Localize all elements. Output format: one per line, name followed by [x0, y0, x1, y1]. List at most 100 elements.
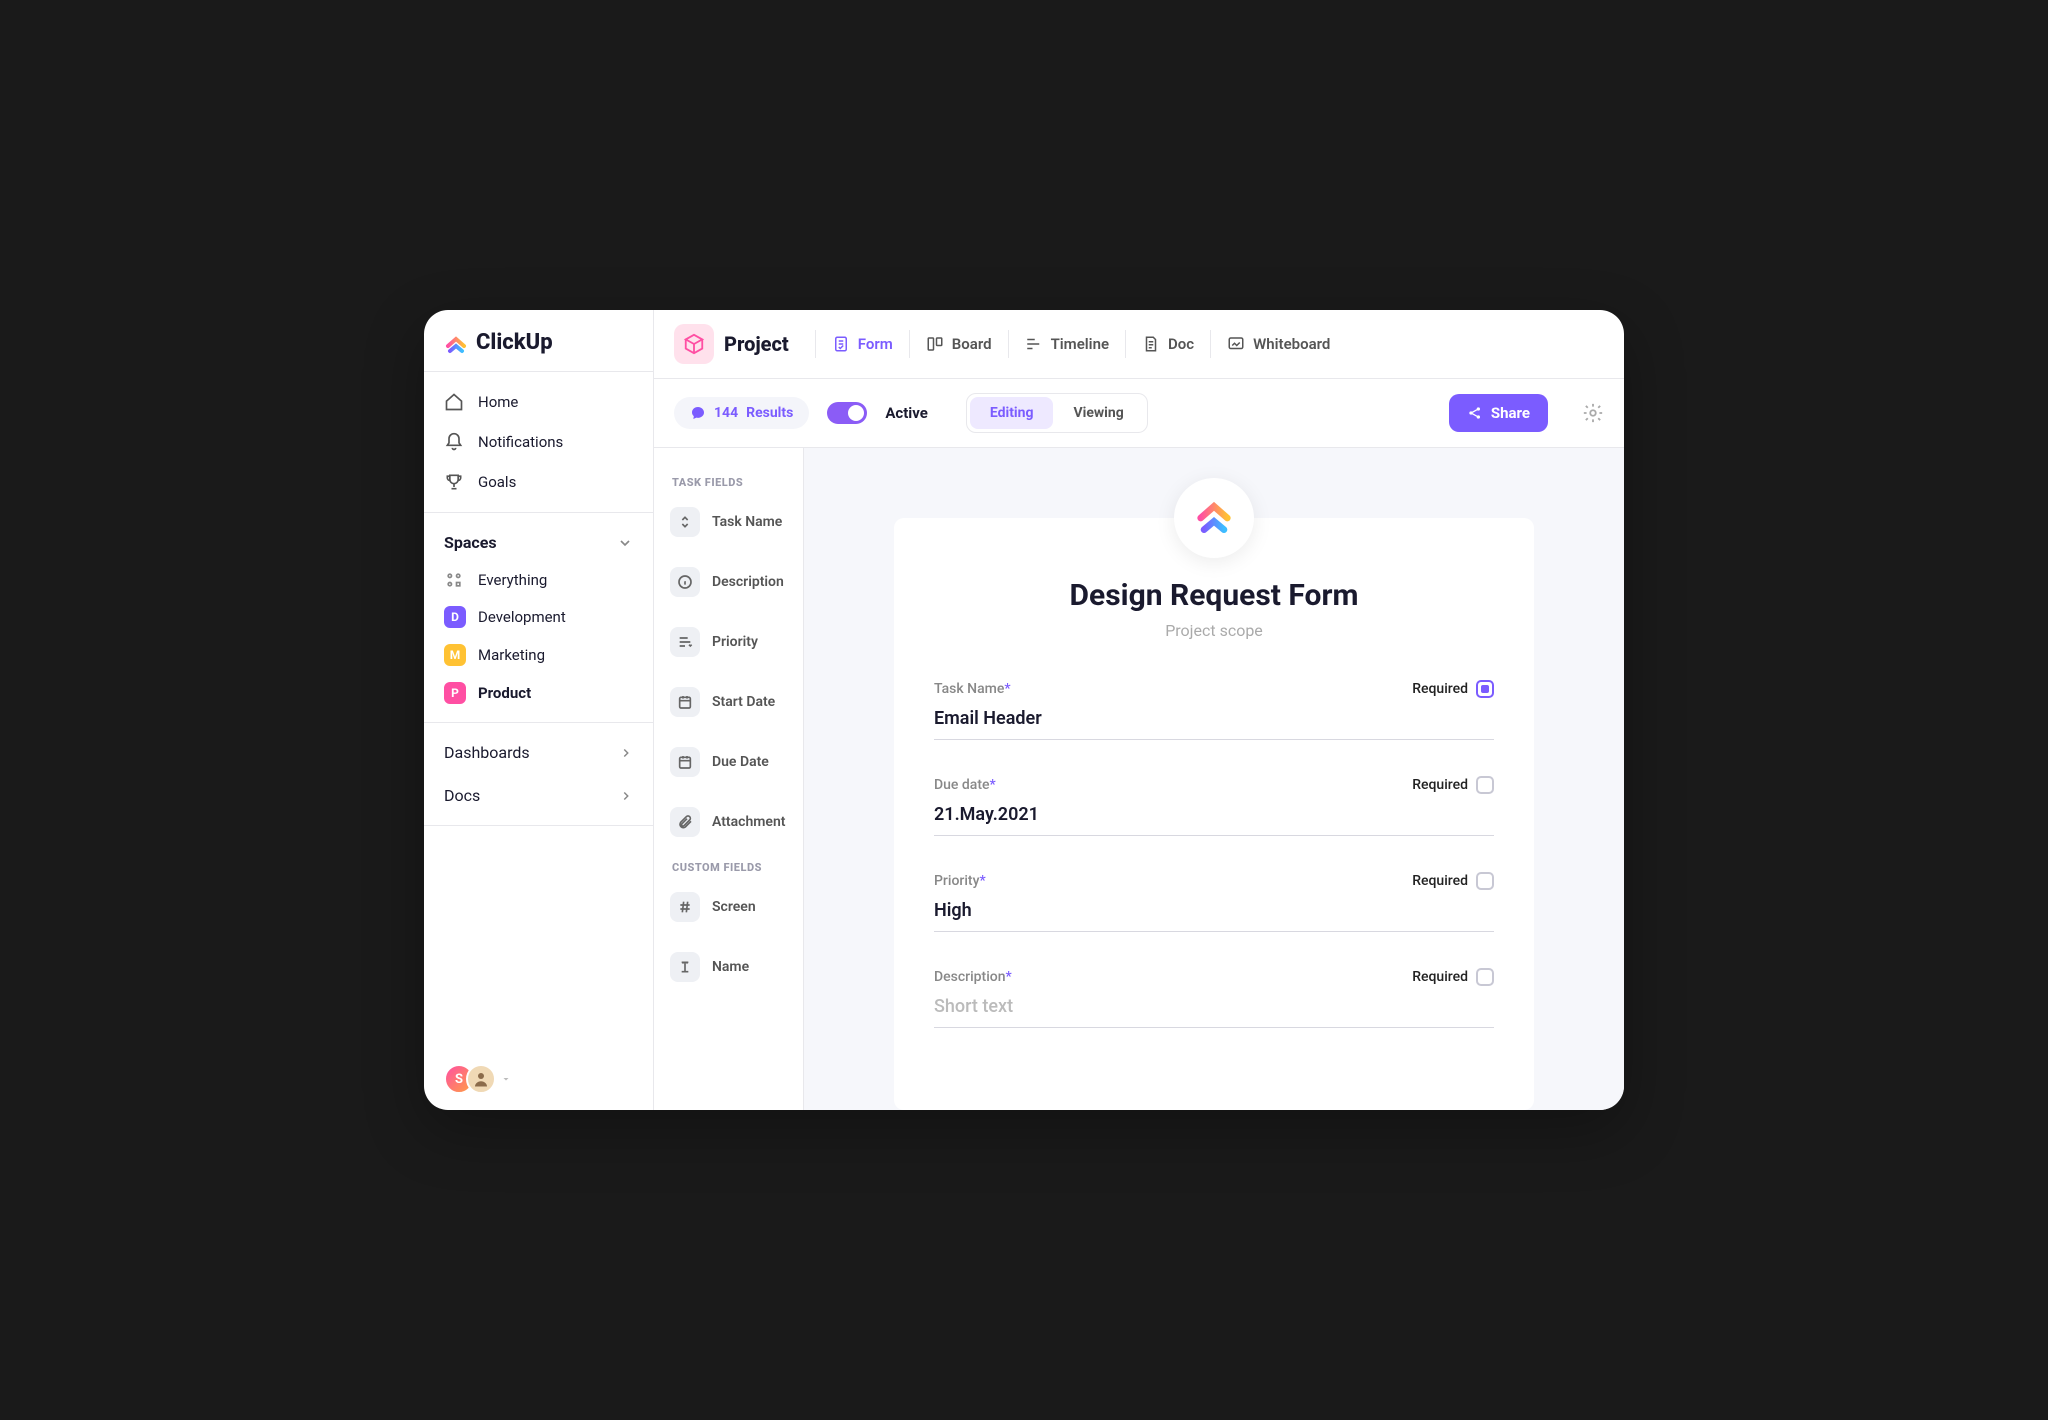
- field-description[interactable]: Description: [668, 561, 789, 603]
- field-label: Attachment: [712, 814, 786, 830]
- view-tab-board[interactable]: Board: [922, 329, 996, 359]
- brand-logo[interactable]: ClickUp: [424, 310, 653, 372]
- project-label: Project: [724, 332, 789, 356]
- settings-button[interactable]: [1582, 402, 1604, 424]
- fields-panel: TASK FIELDS Task Name Description Priori…: [654, 448, 804, 1110]
- required-checkbox[interactable]: [1476, 968, 1494, 986]
- share-button[interactable]: Share: [1449, 394, 1548, 432]
- whiteboard-icon: [1227, 335, 1245, 353]
- field-value[interactable]: High: [934, 896, 1494, 932]
- space-label: Product: [478, 684, 531, 702]
- divider: [1008, 330, 1009, 358]
- trophy-icon: [444, 472, 464, 492]
- board-icon: [926, 335, 944, 353]
- form-field-due-date[interactable]: Due date* Required 21.May.2021: [934, 776, 1494, 836]
- form-canvas: Design Request Form Project scope Task N…: [804, 448, 1624, 1110]
- field-label: Screen: [712, 899, 756, 915]
- segment-editing[interactable]: Editing: [970, 397, 1054, 429]
- field-screen[interactable]: Screen: [668, 886, 789, 928]
- nav-notifications[interactable]: Notifications: [424, 422, 653, 462]
- divider: [1125, 330, 1126, 358]
- chevron-right-icon: [619, 789, 633, 803]
- segment-viewing[interactable]: Viewing: [1053, 397, 1143, 429]
- grid-icon: [444, 570, 464, 590]
- share-icon: [1467, 405, 1483, 421]
- results-pill[interactable]: 144 Results: [674, 397, 809, 429]
- view-tab-label: Board: [952, 335, 992, 353]
- sidebar-docs[interactable]: Docs: [424, 774, 653, 817]
- field-label: Task Name*: [934, 681, 1011, 697]
- form-subtitle[interactable]: Project scope: [934, 621, 1494, 640]
- expand-icon: [670, 507, 700, 537]
- space-label: Marketing: [478, 646, 545, 664]
- toolbar: 144 Results Active Editing Viewing Share: [654, 379, 1624, 448]
- calendar-icon: [670, 687, 700, 717]
- task-fields-heading: TASK FIELDS: [672, 476, 785, 489]
- divider: [909, 330, 910, 358]
- required-checkbox[interactable]: [1476, 680, 1494, 698]
- project-pill[interactable]: Project: [674, 324, 803, 364]
- spaces-header[interactable]: Spaces: [424, 527, 653, 562]
- form-field-priority[interactable]: Priority* Required High: [934, 872, 1494, 932]
- paperclip-icon: [670, 807, 700, 837]
- space-marketing[interactable]: M Marketing: [424, 636, 653, 674]
- share-label: Share: [1491, 404, 1530, 422]
- view-tab-whiteboard[interactable]: Whiteboard: [1223, 329, 1334, 359]
- space-product[interactable]: P Product: [424, 674, 653, 712]
- view-tab-label: Doc: [1168, 335, 1194, 353]
- mode-segment: Editing Viewing: [966, 393, 1148, 433]
- field-attachment[interactable]: Attachment: [668, 801, 789, 843]
- field-priority[interactable]: Priority: [668, 621, 789, 663]
- form-field-description[interactable]: Description* Required Short text: [934, 968, 1494, 1028]
- nav-list: Home Notifications Goals: [424, 372, 653, 513]
- results-label: Results: [746, 405, 793, 421]
- view-tab-doc[interactable]: Doc: [1138, 329, 1198, 359]
- sidebar-dashboards[interactable]: Dashboards: [424, 731, 653, 774]
- form-field-task-name[interactable]: Task Name* Required Email Header: [934, 680, 1494, 740]
- field-value[interactable]: Short text: [934, 992, 1494, 1028]
- brand-name: ClickUp: [476, 330, 553, 355]
- required-checkbox[interactable]: [1476, 872, 1494, 890]
- view-tab-form[interactable]: Form: [828, 329, 897, 359]
- sidebar-sections: Dashboards Docs: [424, 723, 653, 826]
- field-name[interactable]: Name: [668, 946, 789, 988]
- field-value[interactable]: 21.May.2021: [934, 800, 1494, 836]
- field-label: Priority*: [934, 873, 986, 889]
- form-logo[interactable]: [1174, 478, 1254, 558]
- nav-home[interactable]: Home: [424, 382, 653, 422]
- home-icon: [444, 392, 464, 412]
- doc-icon: [1142, 335, 1160, 353]
- space-development[interactable]: D Development: [424, 598, 653, 636]
- field-label: Name: [712, 959, 749, 975]
- active-toggle[interactable]: [827, 402, 867, 424]
- required-checkbox[interactable]: [1476, 776, 1494, 794]
- space-badge: P: [444, 682, 466, 704]
- type-icon: [670, 952, 700, 982]
- calendar-icon: [670, 747, 700, 777]
- field-label: Task Name: [712, 514, 782, 530]
- field-due-date[interactable]: Due Date: [668, 741, 789, 783]
- field-value[interactable]: Email Header: [934, 704, 1494, 740]
- nav-label: Home: [478, 393, 518, 411]
- required-label: Required: [1412, 777, 1468, 793]
- nav-label: Notifications: [478, 433, 563, 451]
- field-label: Start Date: [712, 694, 775, 710]
- space-everything[interactable]: Everything: [424, 562, 653, 598]
- avatar[interactable]: [466, 1064, 496, 1094]
- view-tab-timeline[interactable]: Timeline: [1021, 329, 1113, 359]
- required-label: Required: [1412, 681, 1468, 697]
- view-tabs-row: Project Form Board Timeline Doc: [654, 310, 1624, 379]
- chat-icon: [690, 405, 706, 421]
- chevron-down-icon[interactable]: [500, 1073, 512, 1085]
- divider: [1210, 330, 1211, 358]
- timeline-icon: [1025, 335, 1043, 353]
- field-label: Due Date: [712, 754, 769, 770]
- app-window: ClickUp Home Notifications Goals Spaces: [424, 310, 1624, 1110]
- hash-icon: [670, 892, 700, 922]
- custom-fields-heading: CUSTOM FIELDS: [672, 861, 785, 874]
- divider: [815, 330, 816, 358]
- nav-goals[interactable]: Goals: [424, 462, 653, 502]
- cube-icon: [674, 324, 714, 364]
- field-task-name[interactable]: Task Name: [668, 501, 789, 543]
- field-start-date[interactable]: Start Date: [668, 681, 789, 723]
